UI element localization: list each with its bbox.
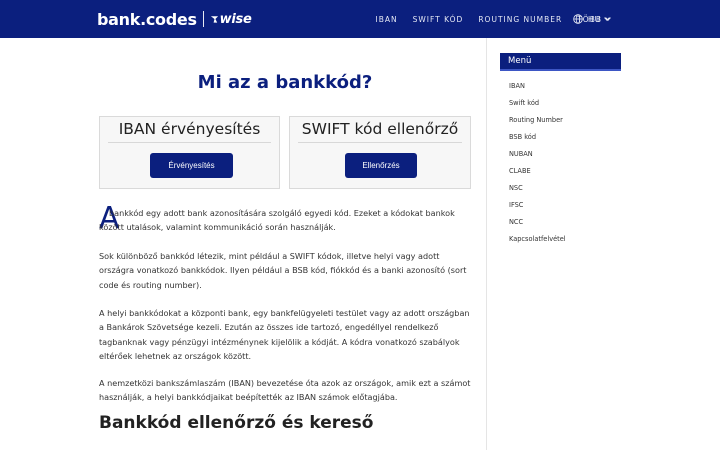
iban-validation-title: IBAN érvényesítés (118, 120, 261, 138)
sidebar: Menü IBAN Swift kód Routing Number BSB k… (486, 38, 720, 450)
page-title: Mi az a bankkód? (197, 72, 373, 93)
sidebar-item-routing-number[interactable]: Routing Number (509, 111, 566, 128)
section-title-bank-code-checker: Bankkód ellenőrző és kereső (99, 413, 374, 433)
logo-wise: wise (210, 12, 252, 27)
sidebar-item-nuban[interactable]: NUBAN (509, 145, 566, 162)
sidebar-item-iban[interactable]: IBAN (509, 77, 566, 94)
divider (298, 142, 462, 143)
wise-flag-icon (210, 16, 218, 23)
top-navigation-bar: bank.codes wise IBAN SWIFT KÓD ROUTING N… (0, 0, 720, 38)
intro-line-2: között utalások, valamint kommunikáció s… (99, 222, 336, 232)
sidebar-menu-list: IBAN Swift kód Routing Number BSB kód NU… (509, 77, 566, 247)
swift-checker-title: SWIFT kód ellenőrző (301, 120, 459, 138)
validate-button[interactable]: Érvényesítés (150, 153, 233, 178)
paragraph-local-bank-codes: A helyi bankkódokat a központi bank, egy… (99, 308, 470, 361)
intro-line-1: bankkód egy adott bank azonosítására szo… (109, 208, 455, 218)
chevron-down-icon (604, 14, 610, 21)
site-logo[interactable]: bank.codes wise (97, 9, 252, 29)
sidebar-item-ncc[interactable]: NCC (509, 213, 566, 230)
paragraph-bank-codes-types: Sok különböző bankkód létezik, mint péld… (99, 251, 467, 290)
sidebar-item-bsb-kod[interactable]: BSB kód (509, 128, 566, 145)
iban-validation-box: IBAN érvényesítés Érvényesítés (99, 116, 280, 189)
sidebar-item-swift-kod[interactable]: Swift kód (509, 94, 566, 111)
sidebar-item-nsc[interactable]: NSC (509, 179, 566, 196)
sidebar-item-clabe[interactable]: CLABE (509, 162, 566, 179)
logo-separator (202, 11, 204, 27)
swift-checker-box: SWIFT kód ellenőrző Ellenőrzés (289, 116, 471, 189)
nav-item-routing-number[interactable]: ROUTING NUMBER (478, 15, 562, 24)
language-label: HU (588, 14, 602, 24)
nav-item-swift-kod[interactable]: SWIFT KÓD (413, 15, 464, 24)
sidebar-menu-heading: Menü (500, 53, 621, 71)
paragraph-iban: A nemzetközi bankszámlaszám (IBAN) bevez… (99, 378, 471, 403)
sidebar-item-ifsc[interactable]: IFSC (509, 196, 566, 213)
check-button[interactable]: Ellenőrzés (345, 153, 417, 178)
logo-bank-codes: bank.codes (97, 9, 197, 29)
logo-wise-text: wise (219, 11, 252, 27)
divider (108, 142, 271, 143)
sidebar-item-kapcsolatfelvetel[interactable]: Kapcsolatfelvétel (509, 230, 566, 247)
globe-icon (573, 14, 583, 24)
nav-item-iban[interactable]: IBAN (376, 15, 398, 24)
language-selector[interactable]: HU (573, 0, 610, 38)
